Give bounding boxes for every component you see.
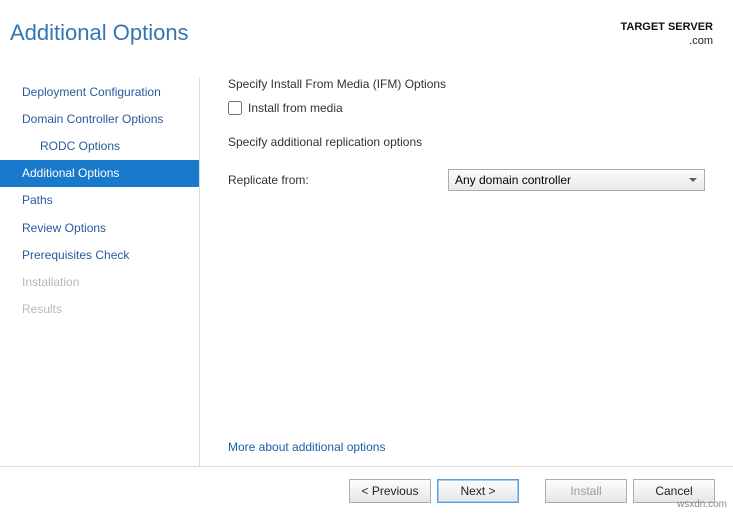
install-button: Install [545,479,627,503]
next-button[interactable]: Next > [437,479,519,503]
replication-heading: Specify additional replication options [228,135,705,149]
sidebar-item-review-options[interactable]: Review Options [0,215,199,242]
sidebar-item-prerequisites-check[interactable]: Prerequisites Check [0,242,199,269]
ifm-heading: Specify Install From Media (IFM) Options [228,77,705,91]
sidebar-item-paths[interactable]: Paths [0,187,199,214]
target-server-block: TARGET SERVER .com [621,20,714,49]
sidebar-item-rodc-options[interactable]: RODC Options [0,133,199,160]
install-from-media-label[interactable]: Install from media [248,101,343,115]
more-about-link[interactable]: More about additional options [228,440,385,454]
replicate-from-select-wrap: Any domain controller [448,169,705,191]
sidebar-item-installation: Installation [0,269,199,296]
replicate-from-label: Replicate from: [228,173,448,187]
page-title: Additional Options [10,20,189,46]
replicate-from-row: Replicate from: Any domain controller [228,169,705,191]
sidebar-item-additional-options[interactable]: Additional Options [0,160,199,187]
wizard-sidebar: Deployment ConfigurationDomain Controlle… [0,77,200,466]
sidebar-item-domain-controller-options[interactable]: Domain Controller Options [0,106,199,133]
sidebar-item-deployment-configuration[interactable]: Deployment Configuration [0,79,199,106]
target-server-label: TARGET SERVER [621,20,714,34]
ifm-checkbox-row: Install from media [228,101,705,115]
footer: < Previous Next > Install Cancel [0,466,733,514]
install-from-media-checkbox[interactable] [228,101,242,115]
target-server-name: .com [621,34,714,48]
body: Deployment ConfigurationDomain Controlle… [0,57,733,466]
content-panel: Specify Install From Media (IFM) Options… [200,77,733,466]
replicate-from-select[interactable]: Any domain controller [448,169,705,191]
wizard-dialog: Additional Options TARGET SERVER .com De… [0,0,733,514]
cancel-button[interactable]: Cancel [633,479,715,503]
header: Additional Options TARGET SERVER .com [0,0,733,57]
previous-button[interactable]: < Previous [349,479,431,503]
sidebar-item-results: Results [0,296,199,323]
